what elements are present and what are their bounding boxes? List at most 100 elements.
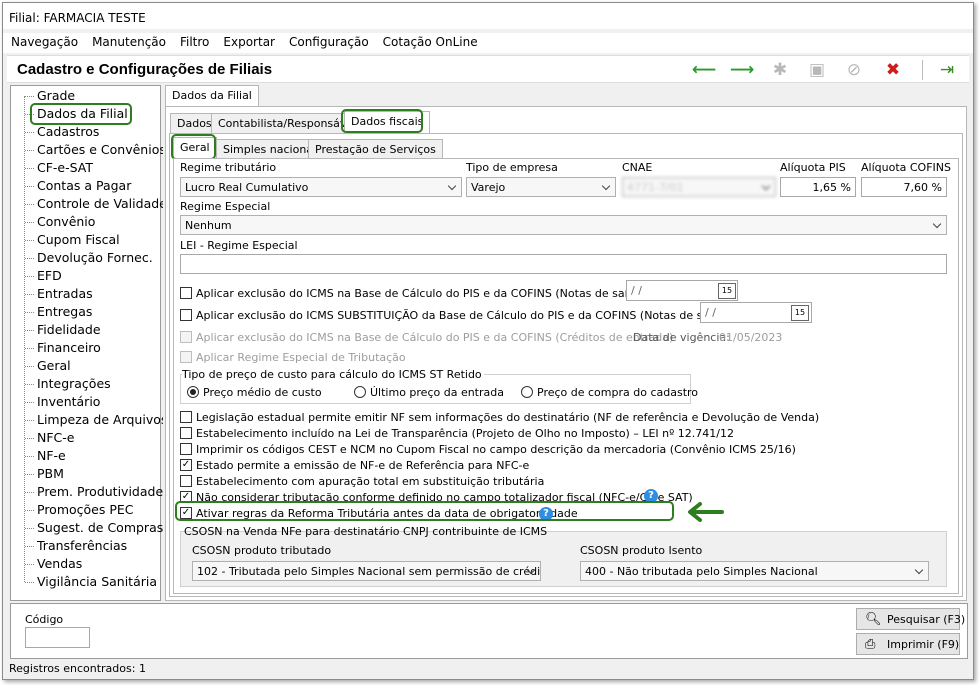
csosn-tributado-select[interactable]: 102 - Tributada pelo Simples Nacional se… [192,561,541,581]
vigencia-label: Data de vigência: [633,331,730,344]
lei-regime-input[interactable] [180,254,947,274]
tipo-empresa-select[interactable]: Varejo [466,177,616,197]
tree-item[interactable]: Vendas [24,556,82,572]
arrow-right-icon[interactable]: ⟶ [730,59,754,81]
regime-especial-trib-checkbox[interactable] [180,351,192,363]
tree-item[interactable]: EFD [25,268,62,284]
tree-item[interactable]: Financeiro [25,340,101,356]
cest-ncm-checkbox[interactable] [180,443,192,455]
vigencia-date: 01/05/2023 [719,331,783,344]
menu-filtro[interactable]: Filtro [180,33,209,53]
tree-item[interactable]: NF-e [25,448,66,464]
dados-fiscais-highlight [341,109,423,133]
menu-cotacao-online[interactable]: Cotação OnLine [383,33,478,53]
cnae-label: CNAE [622,161,653,174]
tree-item[interactable]: PBM [25,466,64,482]
tree-item[interactable]: Entradas [25,286,93,302]
tree-item[interactable]: Fidelidade [25,322,101,338]
tree-item[interactable]: Vigilância Sanitária [24,574,157,590]
excl-icms-saida-label: Aplicar exclusão do ICMS na Base de Cálc… [196,287,646,300]
nfe-referencia-checkbox[interactable]: ✓ [180,459,192,471]
tree-item[interactable]: Cupom Fiscal [25,232,120,248]
apuracao-st-label: Estabelecimento com apuração total em su… [196,475,545,488]
regime-tributario-select[interactable]: Lucro Real Cumulativo [180,177,462,197]
search-icon: 🔍︎ [865,612,882,627]
geral-tab-highlight [171,134,216,160]
reforma-highlight [175,501,674,521]
tree-item[interactable]: Devolução Fornec. [25,250,153,266]
tree-item[interactable]: Geral [25,358,71,374]
aliquota-pis-input[interactable]: 1,65 % [780,177,856,197]
tree-item[interactable]: NFC-e [24,430,74,446]
tree-item[interactable]: Contas a Pagar [24,178,131,194]
annotation-arrow-icon [688,502,724,522]
apuracao-st-checkbox[interactable] [180,475,192,487]
status-bar: Registros encontrados: 1 [9,662,146,675]
codigo-label: Código [25,613,64,626]
search-panel: Código 🔍︎ Pesquisar (F3) ⎙ Imprimir (F9) [10,603,968,659]
tree-item[interactable]: CF-e-SAT [24,160,93,176]
menu-navegacao[interactable]: Navegação [11,33,78,53]
form-header: Cadastro e Configurações de Filiais ⟵ ⟶ … [7,55,969,83]
save-icon[interactable]: ▣ [806,59,828,81]
right-panel: Dados da Filial Dados Contabilista/Respo… [163,85,969,601]
imprimir-label: Imprimir (F9) [887,638,960,651]
excl-icms-st-label: Aplicar exclusão do ICMS SUBSTITUIÇÃO da… [196,309,731,322]
excl-icms-entrada-checkbox[interactable] [180,331,192,343]
arrow-left-icon[interactable]: ⟵ [692,59,716,81]
legislacao-label: Legislação estadual permite emitir NF se… [196,411,820,424]
window-title: Filial: FARMACIA TESTE [3,3,973,29]
codigo-input[interactable] [25,627,90,648]
ultimo-preco-label: Último preço da entrada [370,386,504,399]
legislacao-checkbox[interactable] [180,411,192,423]
tree-item[interactable]: Cartões e Convênios [25,142,166,158]
cnae-select[interactable]: 4771-7/01 [622,177,776,197]
regime-especial-select[interactable]: Nenhum [180,215,947,235]
excl-icms-saida-checkbox[interactable] [180,287,192,299]
exit-icon[interactable]: ⇥ [936,59,958,81]
aliquota-cofins-input[interactable]: 7,60 % [861,177,947,197]
tab-dados-da-filial[interactable]: Dados da Filial [165,85,259,107]
transparencia-label: Estabelecimento incluído na Lei de Trans… [196,427,734,440]
tree-item[interactable]: Transferências [24,538,127,554]
tree-item[interactable]: Promoções PEC [25,502,134,518]
tree-item[interactable]: Integrações [25,376,111,392]
transparencia-checkbox[interactable] [180,427,192,439]
preco-medio-radio[interactable] [187,386,199,398]
tree-item[interactable]: Entregas [24,304,92,320]
imprimir-button[interactable]: ⎙ Imprimir (F9) [856,633,960,655]
tree-item[interactable]: Limpeza de Arquivos [24,412,167,428]
preco-medio-label: Preço médio de custo [203,386,322,399]
cest-ncm-label: Imprimir os códigos CEST e NCM no Cupom … [196,443,796,456]
cancel-icon[interactable]: ⊘ [843,59,865,81]
tree-item[interactable]: Controle de Validade [25,196,167,212]
tree-item[interactable]: Grade [24,88,75,104]
excl-icms-st-checkbox[interactable] [180,309,192,321]
csosn-isento-select[interactable]: 400 - Não tributada pelo Simples Naciona… [580,561,929,581]
pesquisar-button[interactable]: 🔍︎ Pesquisar (F3) [856,608,965,630]
tab-prestacao-servicos[interactable]: Prestação de Serviços [308,139,443,159]
excl-icms-entrada-label: Aplicar exclusão do ICMS na Base de Cálc… [196,331,674,344]
calendar-icon[interactable]: 15 [718,283,736,299]
delete-icon[interactable]: ✖ [882,59,904,81]
preco-compra-label: Preço de compra do cadastro [537,386,699,399]
tree-item[interactable]: Inventário [24,394,100,410]
geral-pane: Regime tributário Lucro Real Cumulativo … [173,158,959,594]
tree-item[interactable]: Prem. Produtividade [24,484,163,500]
page-title: Cadastro e Configurações de Filiais [17,61,273,78]
calendar-icon[interactable]: 15 [791,305,809,321]
menu-exportar[interactable]: Exportar [223,33,275,53]
navigation-tree: Grade Dados da Filial Cadastros Cartões e C… [10,85,167,601]
tree-item[interactable]: Cadastros [24,124,99,140]
regime-tributario-label: Regime tributário [180,161,277,174]
menu-manutencao[interactable]: Manutenção [92,33,166,53]
menu-configuracao[interactable]: Configuração [289,33,369,53]
new-record-icon[interactable]: ✱ [769,59,791,81]
pesquisar-label: Pesquisar (F3) [887,613,966,626]
preco-custo-label: Tipo de preço de custo para cálculo do I… [182,368,484,381]
preco-compra-radio[interactable] [521,386,533,398]
aliquota-pis-label: Alíquota PIS [780,161,846,174]
tree-item[interactable]: Convênio [24,214,95,230]
tree-item[interactable]: Sugest. de Compras [24,520,163,536]
ultimo-preco-radio[interactable] [354,386,366,398]
